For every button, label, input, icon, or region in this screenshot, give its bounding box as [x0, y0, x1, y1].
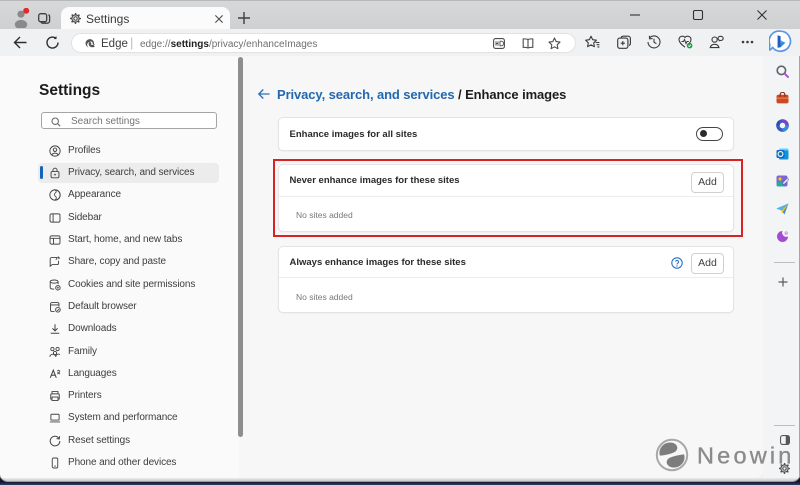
svg-text:Neowin: Neowin [697, 443, 795, 469]
